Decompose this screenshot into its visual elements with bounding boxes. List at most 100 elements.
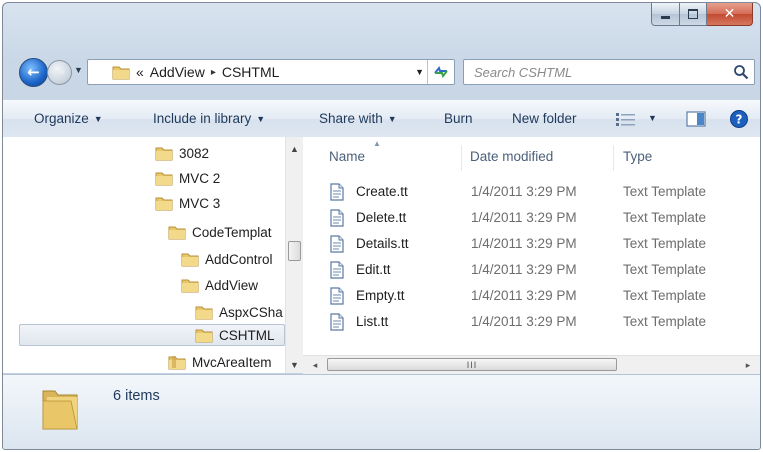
folder-icon [168,356,186,370]
scroll-down-icon[interactable]: ▼ [286,357,303,373]
close-icon: ✕ [723,6,736,22]
column-header-date-modified[interactable]: Date modified [470,149,553,164]
file-type: Text Template [623,210,707,225]
file-name: Empty.tt [356,288,405,303]
share-with-menu[interactable]: Share with ▼ [319,111,397,126]
file-type: Text Template [623,184,707,199]
forward-arrow-icon: → [54,65,65,80]
folder-icon [112,66,130,80]
help-glyph: ? [736,113,743,127]
file-list: Name ▲ Date modified Type Create.tt 1/4/… [303,137,760,373]
text-document-icon [330,261,344,279]
tree-item-label: AddView [205,277,259,293]
file-row-empty[interactable]: Empty.tt 1/4/2011 3:29 PM Text Template [325,284,755,310]
tree-item-3082[interactable]: 3082 [155,142,209,164]
organize-caret-icon: ▼ [93,114,103,124]
folder-icon [195,329,213,343]
include-in-library-menu[interactable]: Include in library ▼ [153,111,265,126]
file-name: Create.tt [356,184,408,199]
new-folder-button[interactable]: New folder [512,111,577,126]
column-header-type[interactable]: Type [623,149,652,164]
column-header-name-label: Name [329,149,366,164]
include-in-library-caret-icon: ▼ [256,114,266,124]
burn-button[interactable]: Burn [444,111,473,126]
tree-item-label: CSHTML [219,327,275,343]
explorer-window: ✕ ← → ▼ « AddView ▸ CSHTML ▼ Search CSHT… [2,2,761,450]
preview-pane-icon[interactable] [686,111,706,127]
share-with-label: Share with [319,111,383,126]
minimize-button[interactable] [651,3,680,26]
file-row-list[interactable]: List.tt 1/4/2011 3:29 PM Text Template [325,310,755,336]
tree-item-mvcareaitem[interactable]: MvcAreaItem [168,351,272,373]
text-document-icon [330,313,344,331]
refresh-button[interactable] [427,60,454,84]
file-row-delete[interactable]: Delete.tt 1/4/2011 3:29 PM Text Template [325,206,755,232]
large-folder-icon [42,390,78,430]
tree-item-addcontroller[interactable]: AddControl [181,248,273,270]
scroll-left-icon[interactable]: ◂ [307,357,323,373]
scroll-right-icon[interactable]: ▸ [740,357,756,373]
navigation-pane-scrollbar[interactable]: ▲ ▼ [285,137,303,373]
tree-item-mvc3[interactable]: MVC 3 [155,192,220,214]
breadcrumb-item-cshtml[interactable]: CSHTML [222,64,280,80]
text-document-icon [330,183,344,201]
view-options-caret-icon[interactable]: ▼ [648,113,657,123]
maximize-button[interactable] [680,3,707,26]
back-arrow-icon: ← [27,63,40,81]
text-document-icon [330,209,344,227]
tree-item-aspxcsharp[interactable]: AspxCSha [195,301,283,323]
item-count: 6 items [113,388,160,404]
file-name: Delete.tt [356,210,407,225]
scroll-thumb[interactable] [288,241,301,261]
forward-button[interactable]: → [47,60,72,85]
search-icon[interactable] [733,64,749,80]
file-row-edit[interactable]: Edit.tt 1/4/2011 3:29 PM Text Template [325,258,755,284]
organize-label: Organize [34,111,89,126]
folder-icon [195,306,213,320]
file-date: 1/4/2011 3:29 PM [471,262,577,277]
tree-item-label: 3082 [179,145,210,161]
scroll-up-icon[interactable]: ▲ [286,141,303,157]
tree-item-addview[interactable]: AddView [181,274,258,296]
navigation-pane: 3082 MVC 2 MVC 3 CodeTemplat AddControl … [3,137,303,373]
column-divider[interactable] [613,145,614,171]
tree-item-label: MVC 2 [179,170,221,186]
file-date: 1/4/2011 3:29 PM [471,236,577,251]
file-row-details[interactable]: Details.tt 1/4/2011 3:29 PM Text Templat… [325,232,755,258]
breadcrumb-overflow[interactable]: « [136,64,144,80]
file-type: Text Template [623,314,707,329]
file-row-create[interactable]: Create.tt 1/4/2011 3:29 PM Text Template [325,180,755,206]
tree-item-mvc2[interactable]: MVC 2 [155,167,220,189]
file-list-scrollbar[interactable]: ◂ III ▸ [303,355,760,374]
back-button[interactable]: ← [19,58,48,87]
file-date: 1/4/2011 3:29 PM [471,184,577,199]
include-in-library-label: Include in library [153,111,252,126]
breadcrumb-separator-icon[interactable]: ▸ [211,67,216,78]
file-date: 1/4/2011 3:29 PM [471,314,577,329]
address-bar[interactable]: « AddView ▸ CSHTML ▼ [87,59,455,85]
address-dropdown-icon[interactable]: ▼ [415,67,424,77]
tree-item-codetemplates[interactable]: CodeTemplat [168,221,272,243]
breadcrumb-item-addview[interactable]: AddView [150,64,205,80]
file-type: Text Template [623,236,707,251]
column-divider[interactable] [461,145,462,171]
folder-icon [155,172,173,186]
column-header-name[interactable]: Name [329,149,365,164]
tree-item-label: AspxCSha [219,304,283,320]
breadcrumb: « AddView ▸ CSHTML [136,64,279,80]
close-button[interactable]: ✕ [707,3,753,26]
help-icon[interactable]: ? [729,109,749,129]
file-type: Text Template [623,262,707,277]
search-placeholder: Search CSHTML [474,65,573,80]
tree-item-cshtml[interactable]: CSHTML [19,324,285,346]
file-name: Edit.tt [356,262,391,277]
file-name: Details.tt [356,236,409,251]
search-input[interactable]: Search CSHTML [463,59,755,85]
organize-menu[interactable]: Organize ▼ [34,111,103,126]
recent-pages-dropdown[interactable]: ▼ [74,65,83,75]
scroll-thumb[interactable]: III [327,358,617,371]
view-options-icon[interactable] [615,112,637,126]
caption-buttons: ✕ [651,3,753,26]
file-date: 1/4/2011 3:29 PM [471,210,577,225]
folder-icon [155,147,173,161]
